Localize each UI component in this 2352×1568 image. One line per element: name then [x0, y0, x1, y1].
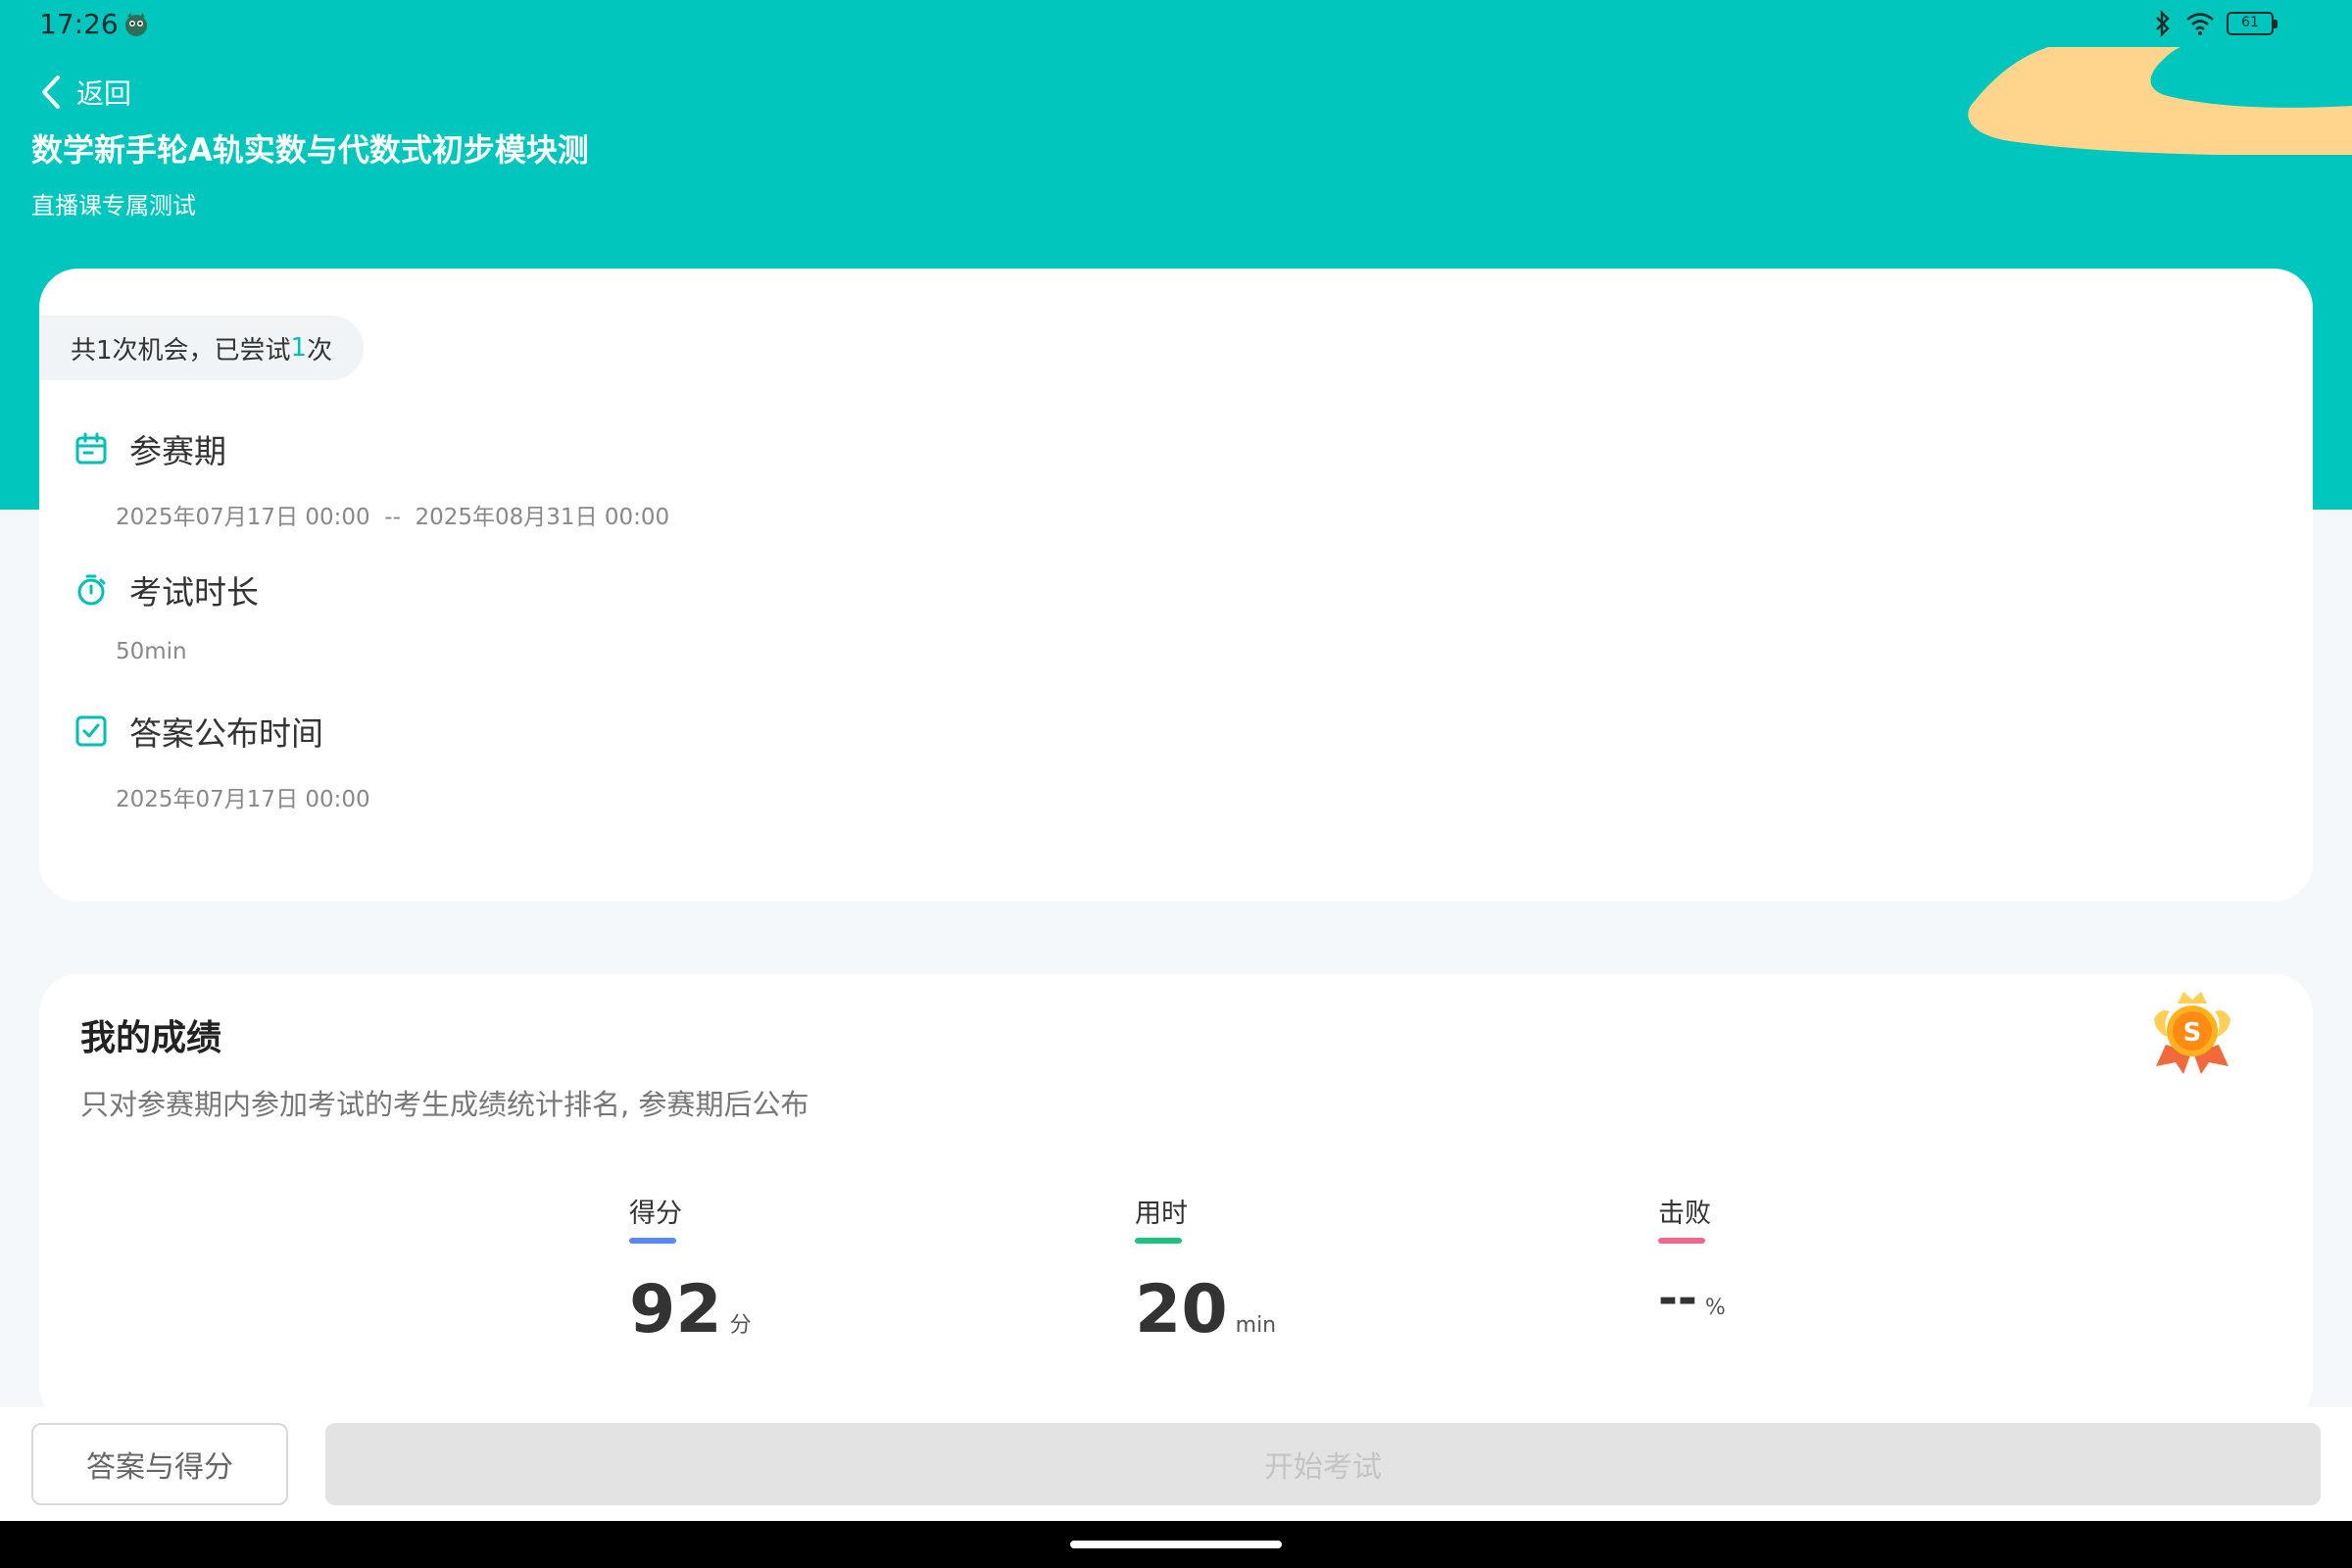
- duration-value: 50min: [116, 639, 187, 664]
- score-title: 我的成绩: [80, 1018, 222, 1058]
- stat-time-label: 用时: [1135, 1199, 1188, 1229]
- stat-time: 用时 20 min: [1135, 1192, 1276, 1348]
- chevron-left-icon: [42, 75, 60, 109]
- decorative-sand-shape: [1968, 47, 2352, 155]
- app-notification-icon: [125, 13, 147, 36]
- system-navigation-bar: [0, 1521, 2352, 1568]
- stat-score-underline: [629, 1238, 676, 1244]
- status-bar: 17:26 61: [0, 0, 2352, 51]
- back-label: 返回: [76, 77, 132, 110]
- status-indicators: 61: [2152, 10, 2278, 37]
- page-subtitle: 直播课专属测试: [31, 192, 196, 220]
- period-title: 参赛期: [129, 432, 226, 470]
- calendar-icon: [75, 432, 107, 465]
- stat-score-label: 得分: [629, 1199, 682, 1229]
- checklist-icon: [75, 715, 107, 747]
- bluetooth-icon: [2156, 10, 2170, 37]
- attempts-suffix: 次: [307, 335, 333, 366]
- attempts-badge: 共1次机会，已尝试 1 次: [39, 316, 365, 380]
- stat-defeat-value: --: [1658, 1271, 1697, 1326]
- status-time: 17:26: [39, 8, 119, 40]
- attempts-prefix: 共1次机会，已尝试: [71, 335, 291, 366]
- period-row: 参赛期 2025年07月17日 00:00 -- 2025年08月31日 00:…: [74, 425, 669, 531]
- answer-release-title: 答案公布时间: [129, 714, 323, 753]
- home-indicator[interactable]: [1070, 1541, 1282, 1548]
- stat-defeat-underline: [1658, 1238, 1705, 1244]
- bottom-action-bar: 答案与得分 开始考试: [0, 1407, 2352, 1521]
- score-description: 只对参赛期内参加考试的考生成绩统计排名, 参赛期后公布: [80, 1088, 809, 1121]
- stat-score-unit: 分: [729, 1313, 752, 1338]
- answers-and-score-button[interactable]: 答案与得分: [31, 1423, 288, 1505]
- answer-release-row: 答案公布时间 2025年07月17日 00:00: [74, 708, 370, 813]
- stat-time-unit: min: [1235, 1313, 1277, 1338]
- duration-title: 考试时长: [129, 573, 259, 612]
- start-exam-button[interactable]: 开始考试: [325, 1423, 2321, 1505]
- score-card: 我的成绩 只对参赛期内参加考试的考生成绩统计排名, 参赛期后公布 S 得分 92…: [39, 974, 2313, 1425]
- period-value: 2025年07月17日 00:00 -- 2025年08月31日 00:00: [116, 505, 670, 530]
- svg-text:S: S: [2183, 1018, 2202, 1048]
- back-button[interactable]: 返回: [39, 73, 131, 112]
- stat-defeat-unit: %: [1704, 1296, 1726, 1320]
- duration-row: 考试时长 50min: [74, 566, 259, 664]
- stat-defeat: 击败 -- %: [1658, 1192, 1726, 1326]
- stat-score: 得分 92 分: [629, 1192, 752, 1348]
- exam-info-card: 共1次机会，已尝试 1 次 参赛期 2025年07月17日 00:00 -- 202…: [39, 269, 2313, 902]
- stat-score-value: 92: [629, 1271, 722, 1348]
- wifi-icon: [2186, 13, 2214, 35]
- stat-time-underline: [1135, 1238, 1182, 1244]
- page-title: 数学新手轮A轨实数与代数式初步模块测: [31, 131, 589, 169]
- stat-time-value: 20: [1135, 1271, 1228, 1348]
- stat-defeat-label: 击败: [1658, 1199, 1711, 1229]
- medal-badge-icon: S: [2154, 992, 2230, 1074]
- battery-icon: 61: [2227, 12, 2278, 35]
- stopwatch-icon: [77, 574, 106, 606]
- answer-release-value: 2025年07月17日 00:00: [116, 787, 370, 812]
- attempts-count: 1: [290, 333, 308, 363]
